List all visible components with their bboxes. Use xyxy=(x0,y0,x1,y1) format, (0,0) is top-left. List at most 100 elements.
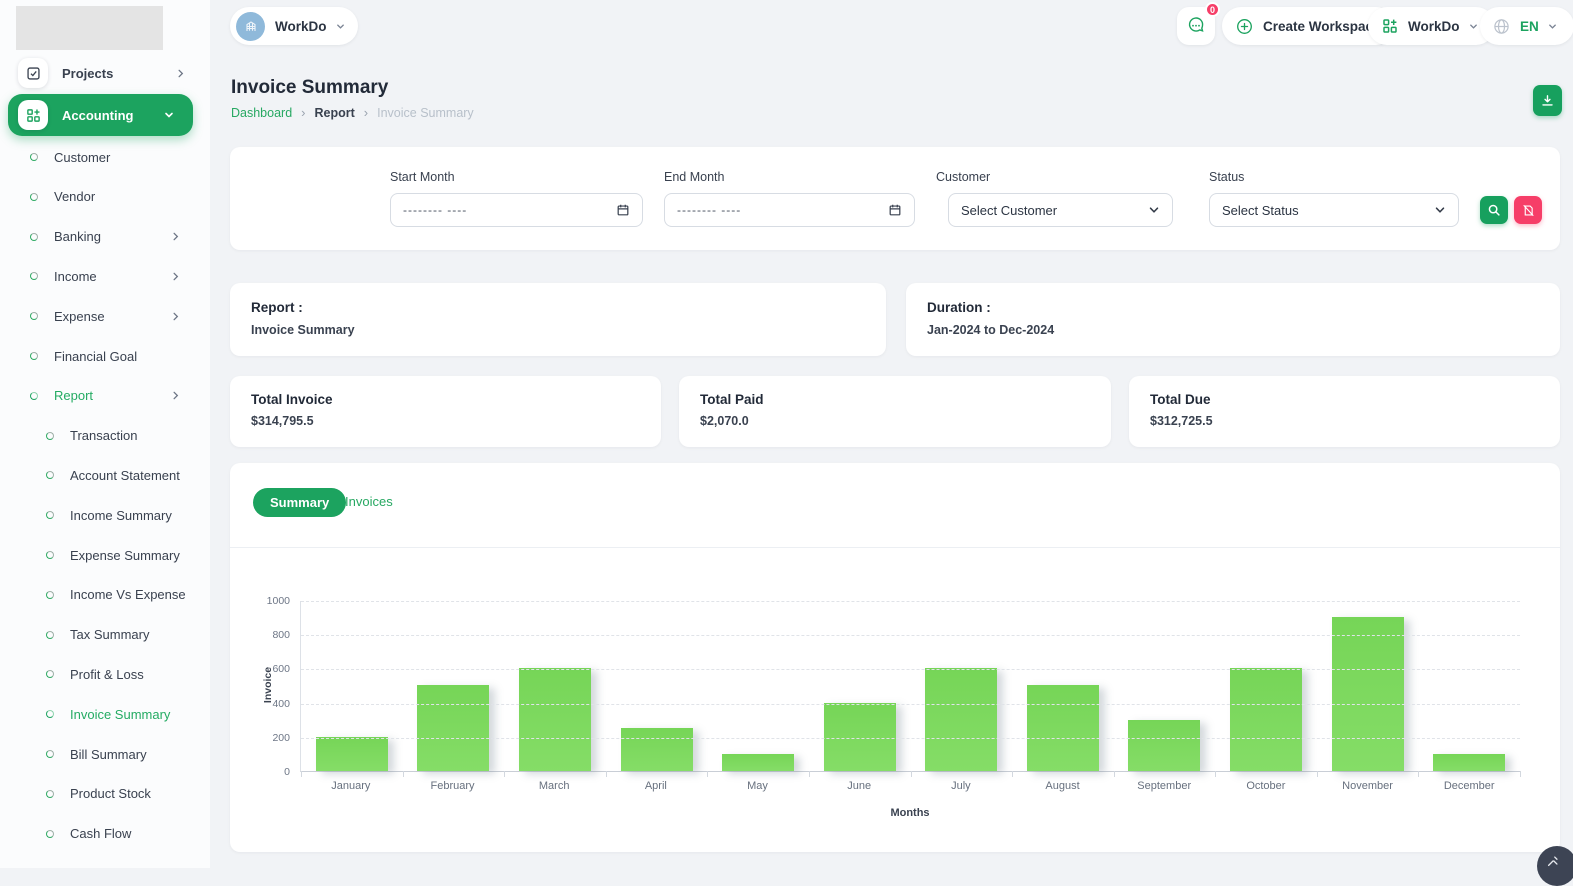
breadcrumb-separator: › xyxy=(301,105,305,120)
calendar-icon xyxy=(888,203,902,217)
sidebar-item-account-statement[interactable]: Account Statement xyxy=(46,460,196,490)
sidebar-item-banking[interactable]: Banking xyxy=(30,222,196,252)
chart-bar-slot xyxy=(707,754,809,771)
breadcrumb-item[interactable]: Dashboard xyxy=(231,106,292,120)
clear-filter-icon xyxy=(1522,204,1535,217)
bullet-ring-icon xyxy=(46,471,54,479)
chart-bar-december[interactable] xyxy=(1433,754,1505,771)
bullet-ring-icon xyxy=(30,272,38,280)
chart-bar-august[interactable] xyxy=(1027,685,1099,771)
chart-x-tick-label: September xyxy=(1113,780,1215,792)
chart-axis-tick xyxy=(1520,771,1521,777)
chart-axis-tick xyxy=(809,771,810,777)
sidebar-item-projects[interactable]: Projects xyxy=(0,55,210,91)
customer-select[interactable]: Select Customer xyxy=(948,193,1173,227)
start-month-input[interactable]: -------- ---- xyxy=(390,193,643,227)
chart-x-tick-label: March xyxy=(503,780,605,792)
sidebar-item-profit-loss[interactable]: Profit & Loss xyxy=(46,659,196,689)
chart-axis-tick xyxy=(707,771,708,777)
end-month-placeholder: -------- ---- xyxy=(677,203,741,217)
messages-button[interactable]: 0 xyxy=(1177,7,1215,45)
chart-bar-may[interactable] xyxy=(722,754,794,771)
sidebar-item-label: Report xyxy=(54,388,93,403)
chart-axis-tick xyxy=(301,771,302,777)
breadcrumb-item[interactable]: Report xyxy=(315,106,355,120)
sidebar-item-expense-summary[interactable]: Expense Summary xyxy=(46,540,196,570)
sidebar-item-bill-summary[interactable]: Bill Summary xyxy=(46,739,196,769)
chart-plot xyxy=(300,601,1520,772)
tab-summary[interactable]: Summary xyxy=(253,488,346,517)
sidebar-item-vendor[interactable]: Vendor xyxy=(30,182,196,212)
reset-filter-button[interactable] xyxy=(1514,196,1542,224)
chart-bar-february[interactable] xyxy=(417,685,489,771)
chart-y-tick-label: 200 xyxy=(234,732,290,744)
bullet-ring-icon xyxy=(46,710,54,718)
sidebar-item-invoice-summary[interactable]: Invoice Summary xyxy=(46,699,196,729)
chart-x-tick-label: May xyxy=(707,780,809,792)
sidebar-item-label: Income Summary xyxy=(70,508,172,523)
sidebar-item-product-stock[interactable]: Product Stock xyxy=(46,779,196,809)
sidebar-item-transaction[interactable]: Transaction xyxy=(46,421,196,451)
sidebar: Projects Accounting Customer Vendor Banking I… xyxy=(0,0,210,868)
chart-y-tick-label: 0 xyxy=(234,766,290,778)
apply-filter-button[interactable] xyxy=(1480,196,1508,224)
sidebar-item-customer[interactable]: Customer xyxy=(30,142,196,172)
tab-invoices[interactable]: Invoices xyxy=(345,494,393,509)
download-button[interactable] xyxy=(1533,85,1562,116)
chart-axis-tick xyxy=(911,771,912,777)
sidebar-item-label: Financial Goal xyxy=(54,349,137,364)
download-icon xyxy=(1540,93,1555,108)
sidebar-item-income[interactable]: Income xyxy=(30,261,196,291)
sidebar-item-label: Transaction xyxy=(70,428,137,443)
chart-x-tick-label: April xyxy=(605,780,707,792)
chart-card: Summary Invoices Invoice JanuaryFebruary… xyxy=(230,463,1560,852)
chart-bar-september[interactable] xyxy=(1128,720,1200,771)
chart-bar-january[interactable] xyxy=(316,737,388,771)
chart-bar-july[interactable] xyxy=(925,668,997,771)
sidebar-item-label: Product Stock xyxy=(70,786,151,801)
workdo-menu-button[interactable]: WorkDo xyxy=(1368,7,1495,45)
workspace-switcher[interactable]: WorkDo xyxy=(230,7,358,45)
chart-bar-october[interactable] xyxy=(1230,668,1302,771)
sidebar-item-expense[interactable]: Expense xyxy=(30,301,196,331)
globe-icon xyxy=(1493,18,1510,35)
chart-bar-april[interactable] xyxy=(621,728,693,771)
search-icon xyxy=(1487,203,1501,217)
chart-bar-november[interactable] xyxy=(1332,617,1404,771)
sidebar-item-label: Expense xyxy=(54,309,105,324)
settings-fab[interactable] xyxy=(1537,846,1573,886)
chart-bar-slot xyxy=(1215,668,1317,771)
sidebar-item-label: Accounting xyxy=(62,108,134,123)
sidebar-item-tax-summary[interactable]: Tax Summary xyxy=(46,620,196,650)
chart-bar-slot xyxy=(1012,685,1114,771)
building-icon xyxy=(243,18,259,34)
sidebar-item-income-vs-expense[interactable]: Income Vs Expense xyxy=(46,580,196,610)
customer-label: Customer xyxy=(936,170,990,184)
status-select[interactable]: Select Status xyxy=(1209,193,1459,227)
bullet-ring-icon xyxy=(46,790,54,798)
language-selector[interactable]: EN xyxy=(1480,7,1573,45)
bullet-ring-icon xyxy=(46,750,54,758)
chart-gridline xyxy=(301,704,1520,705)
sidebar-item-label: Vendor xyxy=(54,189,95,204)
sidebar-item-report[interactable]: Report xyxy=(30,381,196,411)
duration-label: Duration : xyxy=(927,300,991,315)
chevron-down-icon xyxy=(1148,204,1160,216)
workdo-menu-label: WorkDo xyxy=(1408,19,1460,34)
sidebar-item-accounting[interactable]: Accounting xyxy=(8,94,193,136)
sidebar-item-financial-goal[interactable]: Financial Goal xyxy=(30,341,196,371)
language-code: EN xyxy=(1520,19,1539,34)
chart-bar-march[interactable] xyxy=(519,668,591,771)
end-month-input[interactable]: -------- ---- xyxy=(664,193,915,227)
chart-x-tick-label: November xyxy=(1317,780,1419,792)
total-due-card: Total Due $312,725.5 xyxy=(1129,376,1560,447)
sidebar-item-income-summary[interactable]: Income Summary xyxy=(46,500,196,530)
chart-axis-tick xyxy=(403,771,404,777)
chart-bar-slot xyxy=(504,668,606,771)
chart-bar-june[interactable] xyxy=(824,703,896,771)
sidebar-item-label: Income Vs Expense xyxy=(70,587,186,602)
total-paid-value: $2,070.0 xyxy=(700,414,749,428)
chart-bar-slot xyxy=(301,737,403,771)
report-value: Invoice Summary xyxy=(251,323,355,337)
sidebar-item-cash-flow[interactable]: Cash Flow xyxy=(46,819,196,849)
